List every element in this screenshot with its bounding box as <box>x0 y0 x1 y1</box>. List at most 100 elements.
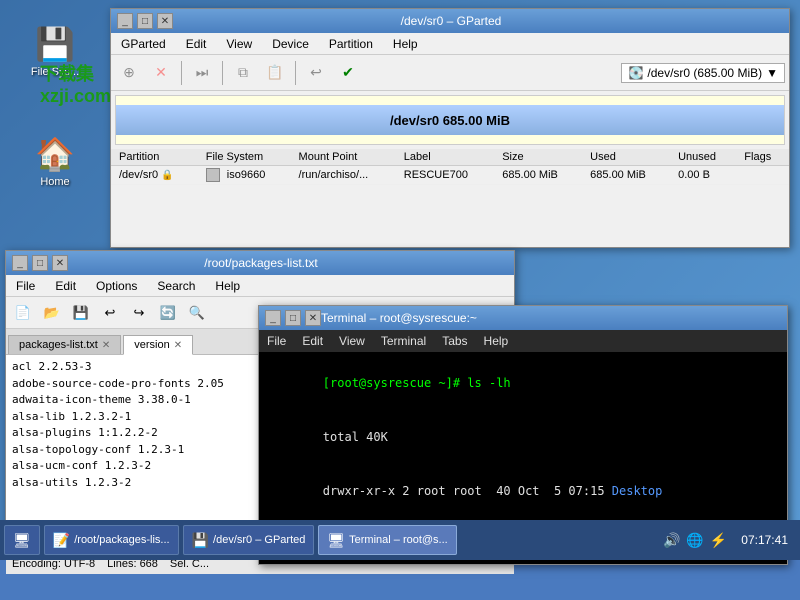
gparted-window-controls[interactable]: _ □ ✕ <box>117 13 173 29</box>
col-used: Used <box>582 149 670 166</box>
editor-search-btn[interactable]: 🔍 <box>184 300 210 326</box>
gparted-toolbar-skip[interactable]: ⏭ <box>188 59 216 87</box>
editor-window-controls[interactable]: _ □ ✕ <box>12 255 68 271</box>
gparted-disk-visual: /dev/sr0 685.00 MiB <box>115 95 785 145</box>
gparted-close-btn[interactable]: ✕ <box>157 13 173 29</box>
gparted-maximize-btn[interactable]: □ <box>137 13 153 29</box>
taskbar-volume-icon[interactable]: 🔊 <box>663 532 680 549</box>
terminal-menu-edit[interactable]: Edit <box>298 332 327 350</box>
taskbar-label-0: /root/packages-lis... <box>74 534 169 546</box>
gparted-menu-device[interactable]: Device <box>266 35 315 53</box>
gparted-toolbar-undo[interactable]: ↩ <box>302 59 330 87</box>
toolbar-separator-1 <box>181 61 182 85</box>
fs-color-swatch <box>206 168 220 182</box>
col-flags: Flags <box>736 149 789 166</box>
terminal-menu-tabs[interactable]: Tabs <box>438 332 471 350</box>
gparted-toolbar-paste[interactable]: 📋 <box>261 59 289 87</box>
gparted-menu-partition[interactable]: Partition <box>323 35 379 53</box>
editor-save-btn[interactable]: 💾 <box>68 300 94 326</box>
gparted-toolbar-copy[interactable]: ⧉ <box>229 59 257 87</box>
col-mountpoint: Mount Point <box>291 149 396 166</box>
gparted-titlebar: _ □ ✕ /dev/sr0 – GParted <box>111 9 789 33</box>
gparted-partition-table: Partition File System Mount Point Label … <box>111 149 789 185</box>
editor-close-btn[interactable]: ✕ <box>52 255 68 271</box>
editor-new-btn[interactable]: 📄 <box>10 300 36 326</box>
gparted-menu-help[interactable]: Help <box>387 35 424 53</box>
taskbar-icon-0: 📝 <box>53 532 70 549</box>
terminal-window-controls[interactable]: _ □ ✕ <box>265 310 321 326</box>
toolbar-separator-3 <box>295 61 296 85</box>
taskbar-network-icon[interactable]: 🌐 <box>686 532 703 549</box>
watermark: 下载集 xzji.com <box>40 60 111 107</box>
terminal-menu-view[interactable]: View <box>335 332 369 350</box>
col-unused: Unused <box>670 149 736 166</box>
desktop: 💾 File Sys... 🏠 Home 下载集 xzji.com _ □ ✕ … <box>0 0 800 560</box>
editor-titlebar: _ □ ✕ /root/packages-list.txt <box>6 251 514 275</box>
editor-minimize-btn[interactable]: _ <box>12 255 28 271</box>
taskbar-item-0[interactable]: 📝 /root/packages-lis... <box>44 525 179 555</box>
terminal-close-btn[interactable]: ✕ <box>305 310 321 326</box>
disk-icon: 💽 <box>628 66 643 80</box>
gparted-toolbar-new[interactable]: ⊕ <box>115 59 143 87</box>
gparted-toolbar-delete[interactable]: ✕ <box>147 59 175 87</box>
col-label: Label <box>396 149 494 166</box>
gparted-disk-selector[interactable]: 💽 /dev/sr0 (685.00 MiB) ▼ <box>621 63 785 83</box>
gparted-menu-view[interactable]: View <box>220 35 258 53</box>
editor-redo-btn[interactable]: ↪ <box>126 300 152 326</box>
taskbar-power-icon[interactable]: ⚡ <box>710 532 727 549</box>
taskbar-label-2: Terminal – root@s... <box>349 534 448 546</box>
row-label: RESCUE700 <box>396 166 494 185</box>
table-row[interactable]: /dev/sr0 🔒 iso9660 /run/archiso/... RESC… <box>111 166 789 185</box>
terminal-minimize-btn[interactable]: _ <box>265 310 281 326</box>
terminal-menubar: File Edit View Terminal Tabs Help <box>259 330 787 352</box>
terminal-titlebar: _ □ ✕ Terminal – root@sysrescue:~ <box>259 306 787 330</box>
taskbar-item-2[interactable]: 🖥 Terminal – root@s... <box>318 525 456 555</box>
col-size: Size <box>494 149 582 166</box>
disk-device-label: /dev/sr0 <box>390 113 439 128</box>
gparted-menu-gparted[interactable]: GParted <box>115 35 172 53</box>
gparted-menu-edit[interactable]: Edit <box>180 35 213 53</box>
taskbar-start-btn[interactable]: 🖥 <box>4 525 40 555</box>
gparted-toolbar-apply[interactable]: ✔ <box>334 59 362 87</box>
editor-maximize-btn[interactable]: □ <box>32 255 48 271</box>
tab-close-0[interactable]: ✕ <box>102 340 110 351</box>
terminal-title: Terminal – root@sysrescue:~ <box>321 311 477 325</box>
gparted-title: /dev/sr0 – GParted <box>173 14 729 28</box>
editor-redo2-btn[interactable]: 🔄 <box>155 300 181 326</box>
editor-menubar: File Edit Options Search Help <box>6 275 514 297</box>
terminal-menu-terminal[interactable]: Terminal <box>377 332 430 350</box>
gparted-disk-bar: /dev/sr0 685.00 MiB <box>116 105 784 135</box>
taskbar-item-1[interactable]: 💾 /dev/sr0 – GParted <box>183 525 315 555</box>
editor-menu-help[interactable]: Help <box>209 277 246 295</box>
tab-close-1[interactable]: ✕ <box>174 340 182 351</box>
filesystem-icon: 💾 <box>35 24 75 64</box>
terminal-menu-help[interactable]: Help <box>480 332 513 350</box>
gparted-toolbar: ⊕ ✕ ⏭ ⧉ 📋 ↩ ✔ 💽 /dev/sr0 (685.00 MiB) ▼ <box>111 55 789 91</box>
terminal-prompt-0: [root@sysrescue ~]# ls -lh <box>323 376 511 390</box>
editor-menu-options[interactable]: Options <box>90 277 143 295</box>
taskbar-icon-1: 💾 <box>192 532 209 549</box>
terminal-menu-file[interactable]: File <box>263 332 290 350</box>
editor-menu-file[interactable]: File <box>10 277 41 295</box>
terminal-maximize-btn[interactable]: □ <box>285 310 301 326</box>
terminal-line-1: total 40K <box>265 410 781 464</box>
col-filesystem: File System <box>198 149 291 166</box>
row-unused: 0.00 B <box>670 166 736 185</box>
toolbar-separator-2 <box>222 61 223 85</box>
editor-menu-edit[interactable]: Edit <box>49 277 82 295</box>
row-flags <box>736 166 789 185</box>
gparted-minimize-btn[interactable]: _ <box>117 13 133 29</box>
home-label: Home <box>40 176 69 188</box>
editor-menu-search[interactable]: Search <box>151 277 201 295</box>
desktop-icon-home[interactable]: 🏠 Home <box>20 130 90 192</box>
editor-tab-0[interactable]: packages-list.txt ✕ <box>8 335 121 354</box>
row-mountpoint: /run/archiso/... <box>291 166 396 185</box>
editor-tab-1[interactable]: version ✕ <box>123 335 193 355</box>
row-partition: /dev/sr0 🔒 <box>111 166 198 185</box>
row-size: 685.00 MiB <box>494 166 582 185</box>
tab-label-1: version <box>134 339 169 351</box>
editor-undo-btn[interactable]: ↩ <box>97 300 123 326</box>
disk-dropdown-icon: ▼ <box>766 66 778 80</box>
editor-open-btn[interactable]: 📂 <box>39 300 65 326</box>
taskbar-clock: 07:17:41 <box>733 533 796 547</box>
